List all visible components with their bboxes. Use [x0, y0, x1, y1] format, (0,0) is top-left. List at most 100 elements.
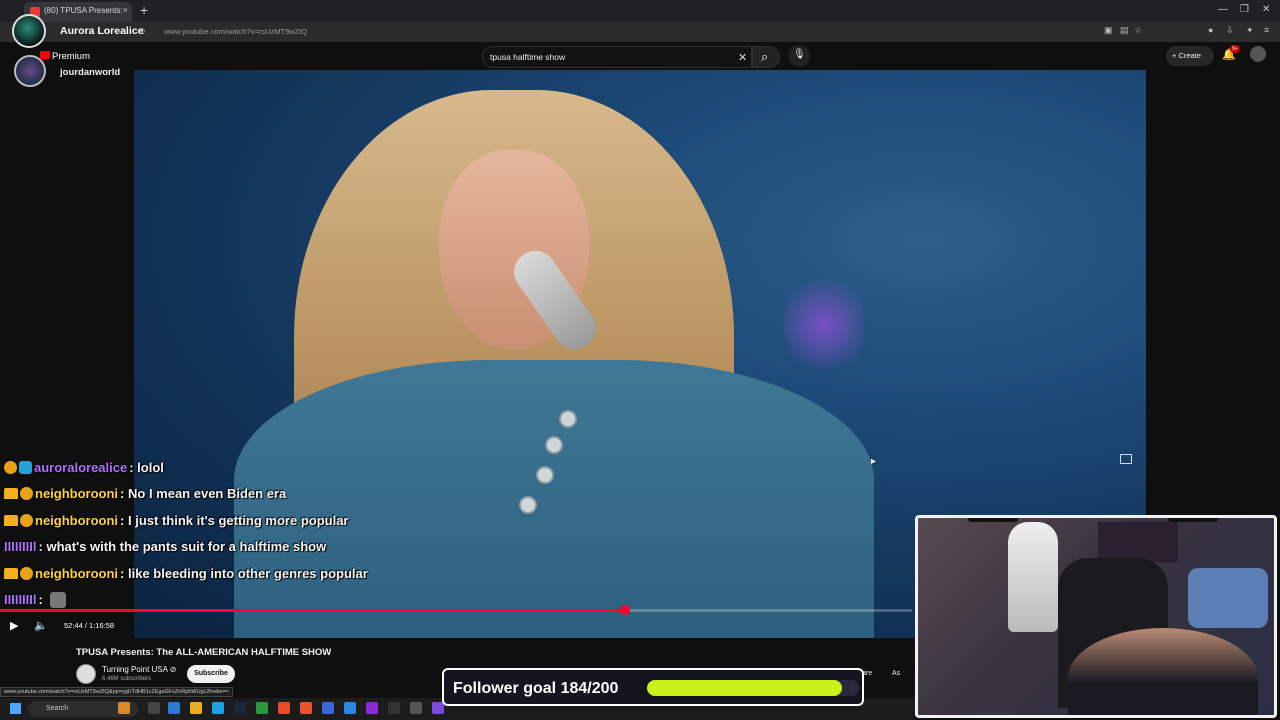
youtube-logo-icon[interactable]: [40, 51, 50, 59]
screenshot-icon[interactable]: ▣: [1104, 25, 1113, 36]
browser-menu-icon[interactable]: ≡: [1264, 25, 1269, 35]
streamer-person: [1068, 628, 1258, 715]
extension-pin-icon[interactable]: ✦: [1246, 25, 1254, 36]
app-icon[interactable]: [432, 702, 444, 714]
steam-icon[interactable]: [234, 702, 246, 714]
crown-badge-icon: [4, 567, 18, 579]
stage-light: [784, 270, 864, 380]
play-icon[interactable]: ▶: [10, 619, 18, 632]
edge-icon[interactable]: [212, 702, 224, 714]
chat-emote-icon: [50, 591, 67, 608]
app-icon[interactable]: [344, 702, 356, 714]
maximize-button[interactable]: ❐: [1240, 4, 1249, 15]
follower-goal-fill: [647, 680, 842, 696]
account-avatar[interactable]: [1250, 46, 1266, 62]
suit-button: [545, 436, 563, 454]
notification-count-badge: 9+: [1230, 45, 1240, 53]
search-button[interactable]: ⌕: [752, 46, 780, 68]
link-status-bar: www.youtube.com/watch?v=rsUzMT9wZtQ&pp=y…: [0, 687, 233, 697]
screen: (80) TPUSA Presents: The ALL-A × + — ❐ ✕…: [0, 0, 1280, 720]
gold-badge-icon: [4, 460, 17, 474]
wall-poster: [1098, 522, 1178, 562]
address-bar[interactable]: ⊙ www.youtube.com/watch?v=rsUzMT9wZtQ ▣ …: [0, 22, 1280, 42]
chat-separator: :: [38, 592, 47, 608]
start-menu-icon[interactable]: [10, 703, 21, 714]
new-tab-button[interactable]: +: [140, 2, 148, 18]
time-display: 52:44 / 1:16:58: [64, 621, 115, 630]
chat-separator: :: [129, 459, 138, 475]
search-query-text[interactable]: tpusa halftime show: [490, 52, 565, 62]
chat-separator: :: [120, 565, 128, 581]
tab-title: (80) TPUSA Presents: The ALL-A: [44, 6, 124, 15]
bookmark-star-icon[interactable]: ☆: [1134, 25, 1142, 36]
gold-badge-icon: [20, 487, 33, 501]
follower-goal-label: Follower goal 184/200: [453, 680, 619, 697]
chat-username[interactable]: auroralorealice: [34, 460, 127, 475]
crown-badge-icon: [4, 488, 18, 500]
channel-handle: jourdanworld: [60, 67, 121, 78]
channel-name[interactable]: Turning Point USA ⊘: [102, 665, 176, 674]
obs-icon[interactable]: [388, 702, 400, 714]
chat-separator: :: [120, 486, 128, 502]
ask-button[interactable]: As: [892, 670, 900, 677]
taskbar-app-icon[interactable]: [118, 702, 130, 714]
chat-separator: :: [120, 512, 128, 528]
firefox-icon[interactable]: [278, 702, 290, 714]
app-icon[interactable]: [366, 702, 378, 714]
search-input[interactable]: tpusa halftime show ✕: [482, 46, 752, 68]
chat-message: neighborooni: I just think it's getting …: [4, 507, 424, 534]
brave-icon[interactable]: [300, 702, 312, 714]
extension-icon[interactable]: ●: [1208, 25, 1213, 35]
miniplayer-icon[interactable]: [1120, 454, 1132, 464]
taskview-icon[interactable]: [148, 702, 160, 714]
downloads-icon[interactable]: ⇩: [1226, 25, 1234, 36]
suit-button: [559, 410, 577, 428]
voice-search-button[interactable]: 🎙: [788, 45, 810, 67]
frame-ornament: [968, 518, 1018, 522]
chat-username[interactable]: IIIIIIIIl: [4, 592, 37, 607]
browser-tab-strip: (80) TPUSA Presents: The ALL-A × + — ❐ ✕: [0, 0, 1280, 22]
gold-badge-icon: [20, 513, 33, 527]
reader-icon[interactable]: ▤: [1120, 25, 1129, 36]
chat-message: neighborooni: No I mean even Biden era: [4, 481, 424, 508]
tab-close-icon[interactable]: ×: [123, 5, 128, 15]
suit-button: [519, 496, 537, 514]
app-icon[interactable]: [410, 702, 422, 714]
progress-scrubber[interactable]: [620, 605, 630, 615]
browser-app-icon[interactable]: [168, 702, 180, 714]
stream-chat-overlay: auroralorealice: lolol neighborooni: No I…: [4, 454, 424, 613]
minimize-button[interactable]: —: [1218, 4, 1228, 15]
gold-badge-icon: [20, 566, 33, 580]
volume-icon[interactable]: 🔈: [34, 619, 48, 632]
chat-text: lolol: [137, 459, 164, 475]
webcam-feed: [915, 515, 1277, 718]
close-window-button[interactable]: ✕: [1262, 4, 1270, 15]
chat-message: auroralorealice: lolol: [4, 454, 424, 481]
chat-message: IIIIIIIIl: what's with the pants suit fo…: [4, 534, 424, 561]
clear-search-icon[interactable]: ✕: [738, 51, 747, 64]
streamer-avatar: [12, 14, 46, 48]
xbox-icon[interactable]: [256, 702, 268, 714]
youtube-header: tpusa halftime show ✕ ⌕ 🎙 + Create 🔔 9+: [0, 42, 1280, 70]
chat-text: what's with the pants suit for a halftim…: [46, 539, 327, 555]
channel-logo[interactable]: [76, 664, 96, 684]
url-text[interactable]: www.youtube.com/watch?v=rsUzMT9wZtQ: [164, 27, 307, 36]
suit-button: [536, 466, 554, 484]
chat-username[interactable]: neighborooni: [35, 566, 118, 581]
chat-text: like bleeding into other genres popular: [128, 565, 368, 581]
microphone-icon: 🎙: [793, 49, 806, 60]
chat-text: I just think it's getting more popular: [128, 512, 349, 528]
chat-username[interactable]: neighborooni: [35, 513, 118, 528]
file-explorer-icon[interactable]: [190, 702, 202, 714]
subscribe-button[interactable]: Subscribe: [187, 665, 235, 683]
subscriber-count: 6.46M subscribers: [102, 676, 152, 682]
channel-avatar: [14, 55, 46, 87]
chat-message: neighborooni: like bleeding into other g…: [4, 560, 424, 587]
app-icon[interactable]: [322, 702, 334, 714]
chat-username[interactable]: IIIIIIIIl: [4, 539, 37, 554]
follower-goal-widget: Follower goal 184/200: [442, 668, 864, 706]
chat-username[interactable]: neighborooni: [35, 486, 118, 501]
progress-fill: [0, 609, 625, 612]
robot-figure: [1008, 522, 1058, 632]
create-button[interactable]: + Create: [1166, 46, 1214, 66]
